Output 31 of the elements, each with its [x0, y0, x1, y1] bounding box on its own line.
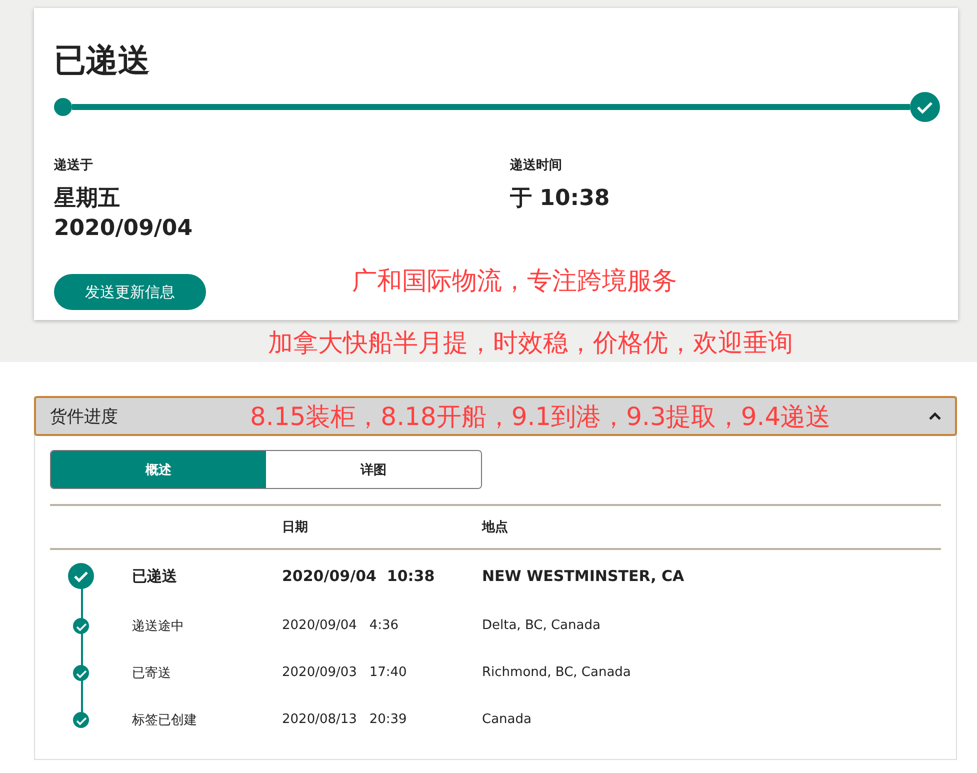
date-cell-text: 2020/09/04 10:38: [282, 567, 436, 585]
date-cell-text: 2020/09/04 4:36: [282, 618, 400, 633]
location-cell-text: NEW WESTMINSTER, CA: [482, 567, 686, 585]
promo-text: 广和国际物流，专注跨境服务: [352, 265, 677, 297]
location-cell-text: Richmond, BC, Canada: [482, 665, 632, 680]
promo-text: 8.15装柜，8.18开船，9.1到港，9.3提取，9.4递送: [250, 401, 831, 433]
check-icon: [910, 92, 940, 122]
chevron-icon[interactable]: [927, 410, 943, 422]
time-label: 递送时间: [510, 156, 563, 174]
location-cell-text: Canada: [482, 712, 532, 727]
delivery-time: 于 10:38: [510, 185, 611, 213]
delivered-label: 递送于: [54, 156, 94, 174]
status-cell-text: 递送途中: [132, 618, 185, 634]
column-header: 地点: [482, 519, 509, 536]
status-cell-text: 标签已创建: [132, 712, 198, 728]
delivery-weekday: 星期五: [54, 185, 121, 213]
promo-text: 加拿大快船半月提，时效稳，价格优，欢迎垂询: [268, 327, 794, 359]
panel-header[interactable]: 货件进度 8.15装柜，8.18开船，9.1到港，9.3提取，9.4递送: [34, 396, 957, 436]
send-updates-button[interactable]: 发送更新信息: [54, 274, 206, 310]
start-dot: [54, 98, 72, 116]
status-cell-text: 已递送: [132, 566, 178, 586]
timeline-line: [81, 580, 83, 620]
view-tab[interactable]: 概述: [51, 451, 266, 488]
location-cell-text: Delta, BC, Canada: [482, 618, 602, 633]
status-title: 已递送: [54, 40, 151, 81]
status-cell-text: 已寄送: [132, 664, 172, 682]
column-header: 日期: [282, 519, 309, 536]
panel-title: 货件进度: [50, 406, 118, 428]
date-cell-text: 2020/08/13 20:39: [282, 712, 408, 727]
date-cell-text: 2020/09/03 17:40: [282, 665, 408, 680]
delivery-date: 2020/09/04: [54, 215, 194, 243]
